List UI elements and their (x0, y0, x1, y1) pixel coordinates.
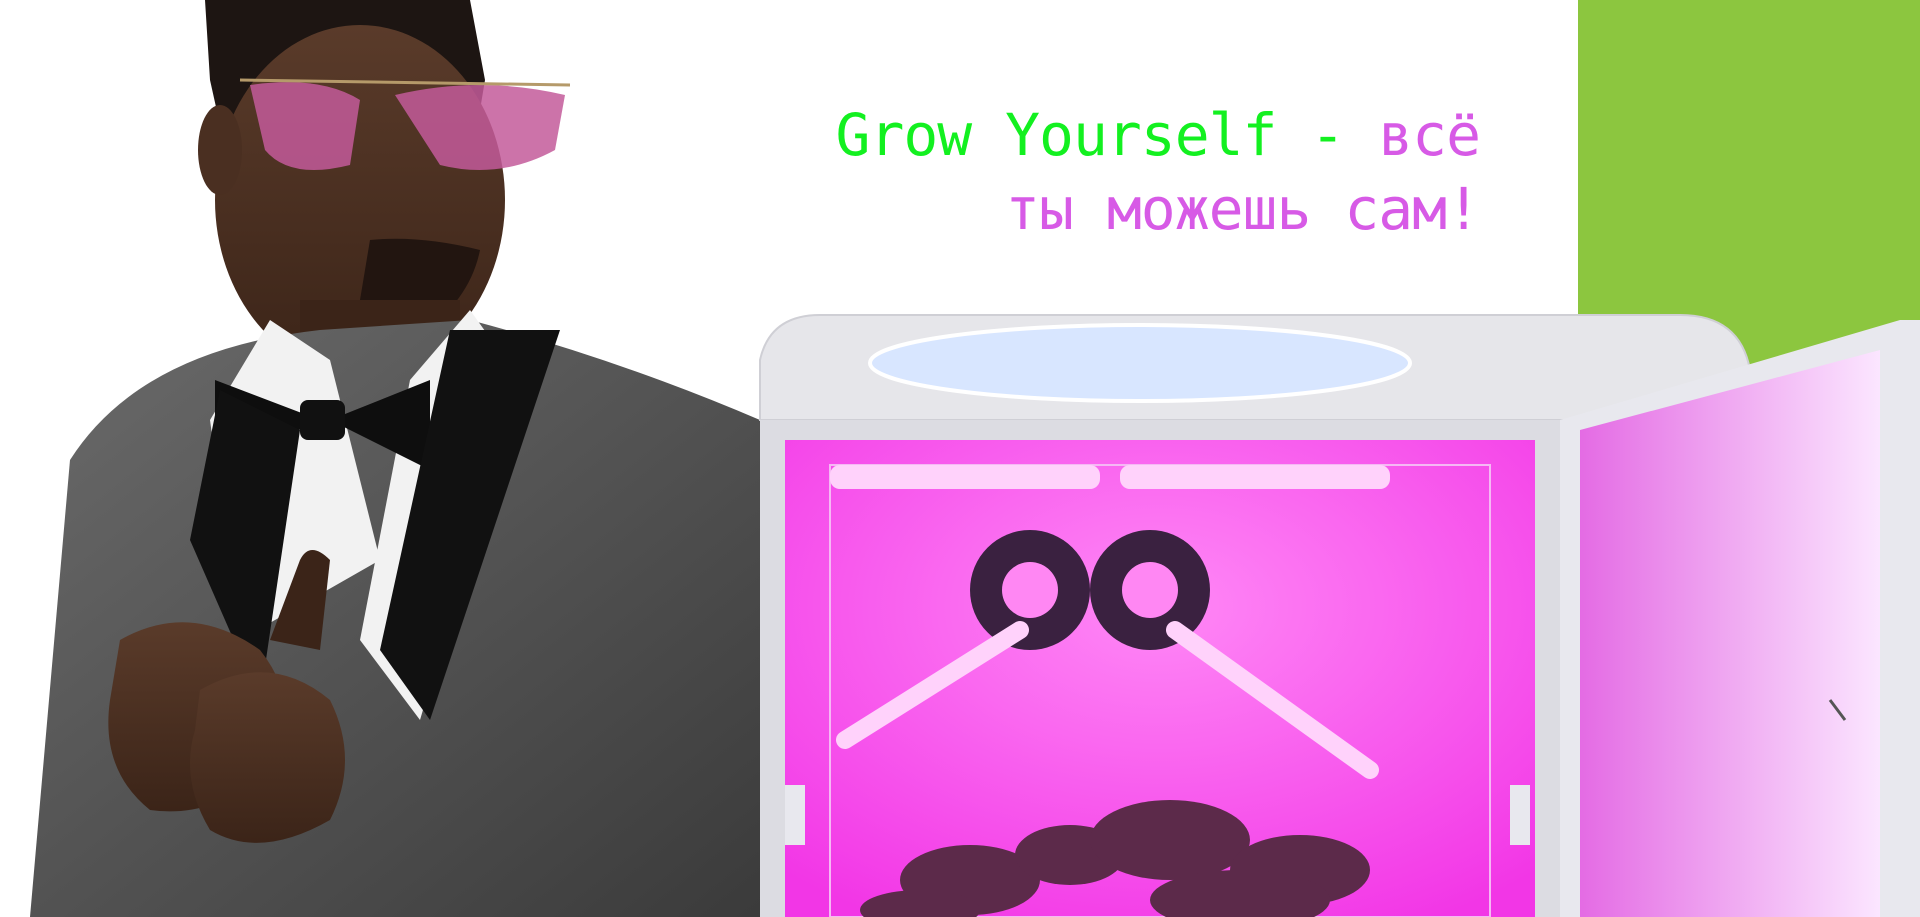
person-image (30, 0, 780, 917)
headline-pink-2: ты можешь сам! (1005, 175, 1481, 243)
headline-pink-1: всё (1378, 101, 1481, 169)
grow-box-image (759, 314, 1920, 917)
headline-green: Grow Yourself - (835, 101, 1379, 169)
headline: Grow Yourself - всё ты можешь сам! (700, 98, 1481, 246)
